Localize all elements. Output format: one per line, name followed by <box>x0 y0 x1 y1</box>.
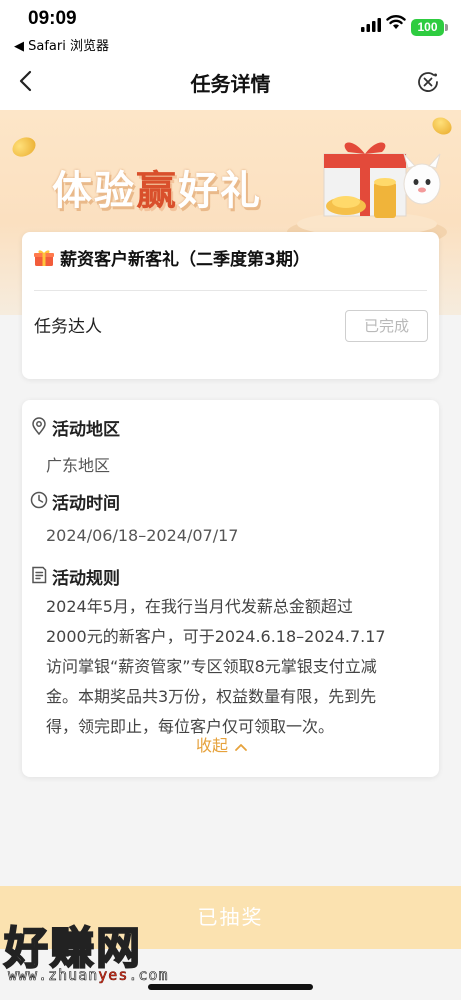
rules-text: 2024年5月，在我行当月代发薪总金额超过 2000元的新客户，可于2024.6… <box>46 592 426 742</box>
wifi-icon <box>386 15 406 29</box>
clock-icon <box>30 491 48 509</box>
back-to-safari-link[interactable]: ◀ Safari 浏览器 <box>14 35 109 54</box>
time-title: 活动时间 <box>52 494 120 514</box>
gift-box-illustration <box>287 142 447 248</box>
home-indicator <box>148 984 313 990</box>
status-time: 09:09 <box>28 8 77 29</box>
divider <box>34 290 427 291</box>
status-bar: 09:09 ◀ Safari 浏览器 100 <box>0 0 461 54</box>
gift-icon <box>34 250 54 266</box>
task-label: 任务达人 <box>34 317 102 337</box>
rules-line: 访问掌银“薪资管家”专区领取8元掌银支付立减 <box>46 657 377 676</box>
rules-line: 2000元的新客户，可于2024.6.18–2024.7.17 <box>46 627 386 646</box>
region-title: 活动地区 <box>52 420 120 440</box>
nav-bar: 任务详情 <box>0 54 461 110</box>
battery-icon: 100 <box>411 19 448 36</box>
cellular-signal-icon <box>361 18 381 32</box>
banner-headline: 体验赢好礼 <box>52 168 262 214</box>
chevron-up-icon <box>235 743 247 751</box>
region-value: 广东地区 <box>46 456 111 475</box>
collapse-label: 收起 <box>196 736 229 755</box>
location-pin-icon <box>32 417 46 435</box>
completed-button[interactable]: 已完成 <box>345 310 428 342</box>
rules-title: 活动规则 <box>52 569 120 589</box>
task-card: 薪资客户新客礼（二季度第3期） 任务达人 已完成 <box>22 232 439 379</box>
rules-line: 2024年5月，在我行当月代发薪总金额超过 <box>46 597 353 616</box>
time-value: 2024/06/18–2024/07/17 <box>46 526 239 545</box>
collapse-toggle[interactable]: 收起 <box>196 732 248 756</box>
close-icon[interactable] <box>416 70 440 94</box>
coin-decoration <box>9 133 39 161</box>
task-title: 薪资客户新客礼（二季度第3期） <box>60 250 310 270</box>
rules-line: 金。本期奖品共3万份，权益数量有限，先到先 <box>46 687 377 706</box>
rules-document-icon <box>32 566 47 584</box>
watermark-url: www.zhuanyes.com <box>8 966 169 985</box>
page-title: 任务详情 <box>190 72 271 96</box>
activity-info-card: 活动地区 广东地区 活动时间 2024/06/18–2024/07/17 活动规… <box>22 400 439 777</box>
